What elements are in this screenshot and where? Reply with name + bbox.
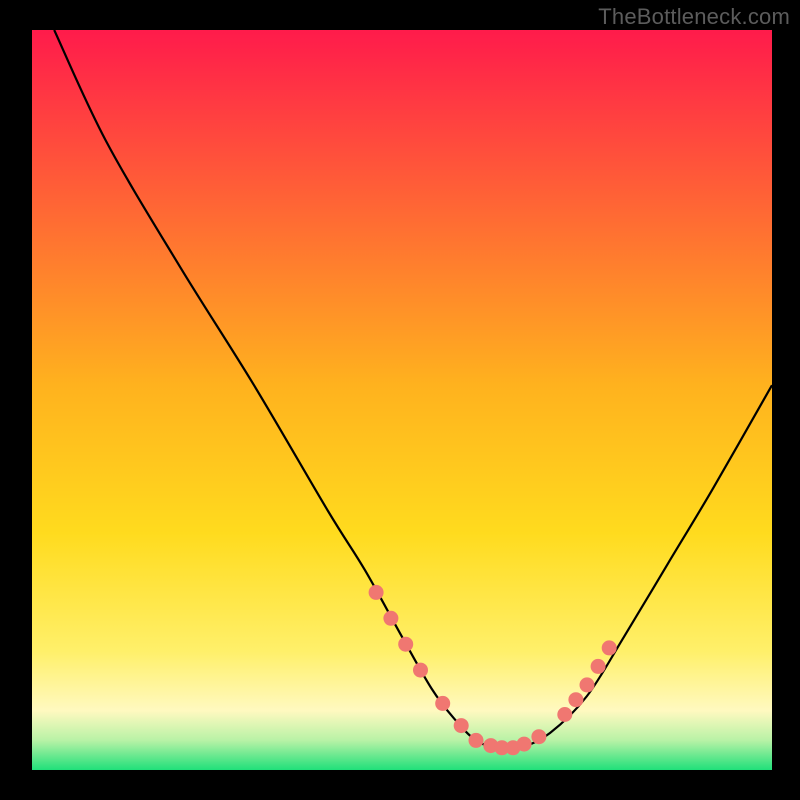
bottleneck-curve	[54, 30, 772, 749]
plot-area	[32, 30, 772, 770]
highlight-dot	[568, 692, 583, 707]
highlight-dots	[369, 585, 617, 755]
highlight-dot	[580, 677, 595, 692]
highlight-dot	[591, 659, 606, 674]
highlight-dot	[517, 737, 532, 752]
attribution-label: TheBottleneck.com	[598, 4, 790, 30]
highlight-dot	[602, 640, 617, 655]
highlight-dot	[383, 611, 398, 626]
highlight-dot	[435, 696, 450, 711]
highlight-dot	[557, 707, 572, 722]
chart-container: TheBottleneck.com	[0, 0, 800, 800]
highlight-dot	[469, 733, 484, 748]
curve-layer	[32, 30, 772, 770]
highlight-dot	[531, 729, 546, 744]
highlight-dot	[398, 637, 413, 652]
highlight-dot	[369, 585, 384, 600]
highlight-dot	[454, 718, 469, 733]
highlight-dot	[413, 663, 428, 678]
